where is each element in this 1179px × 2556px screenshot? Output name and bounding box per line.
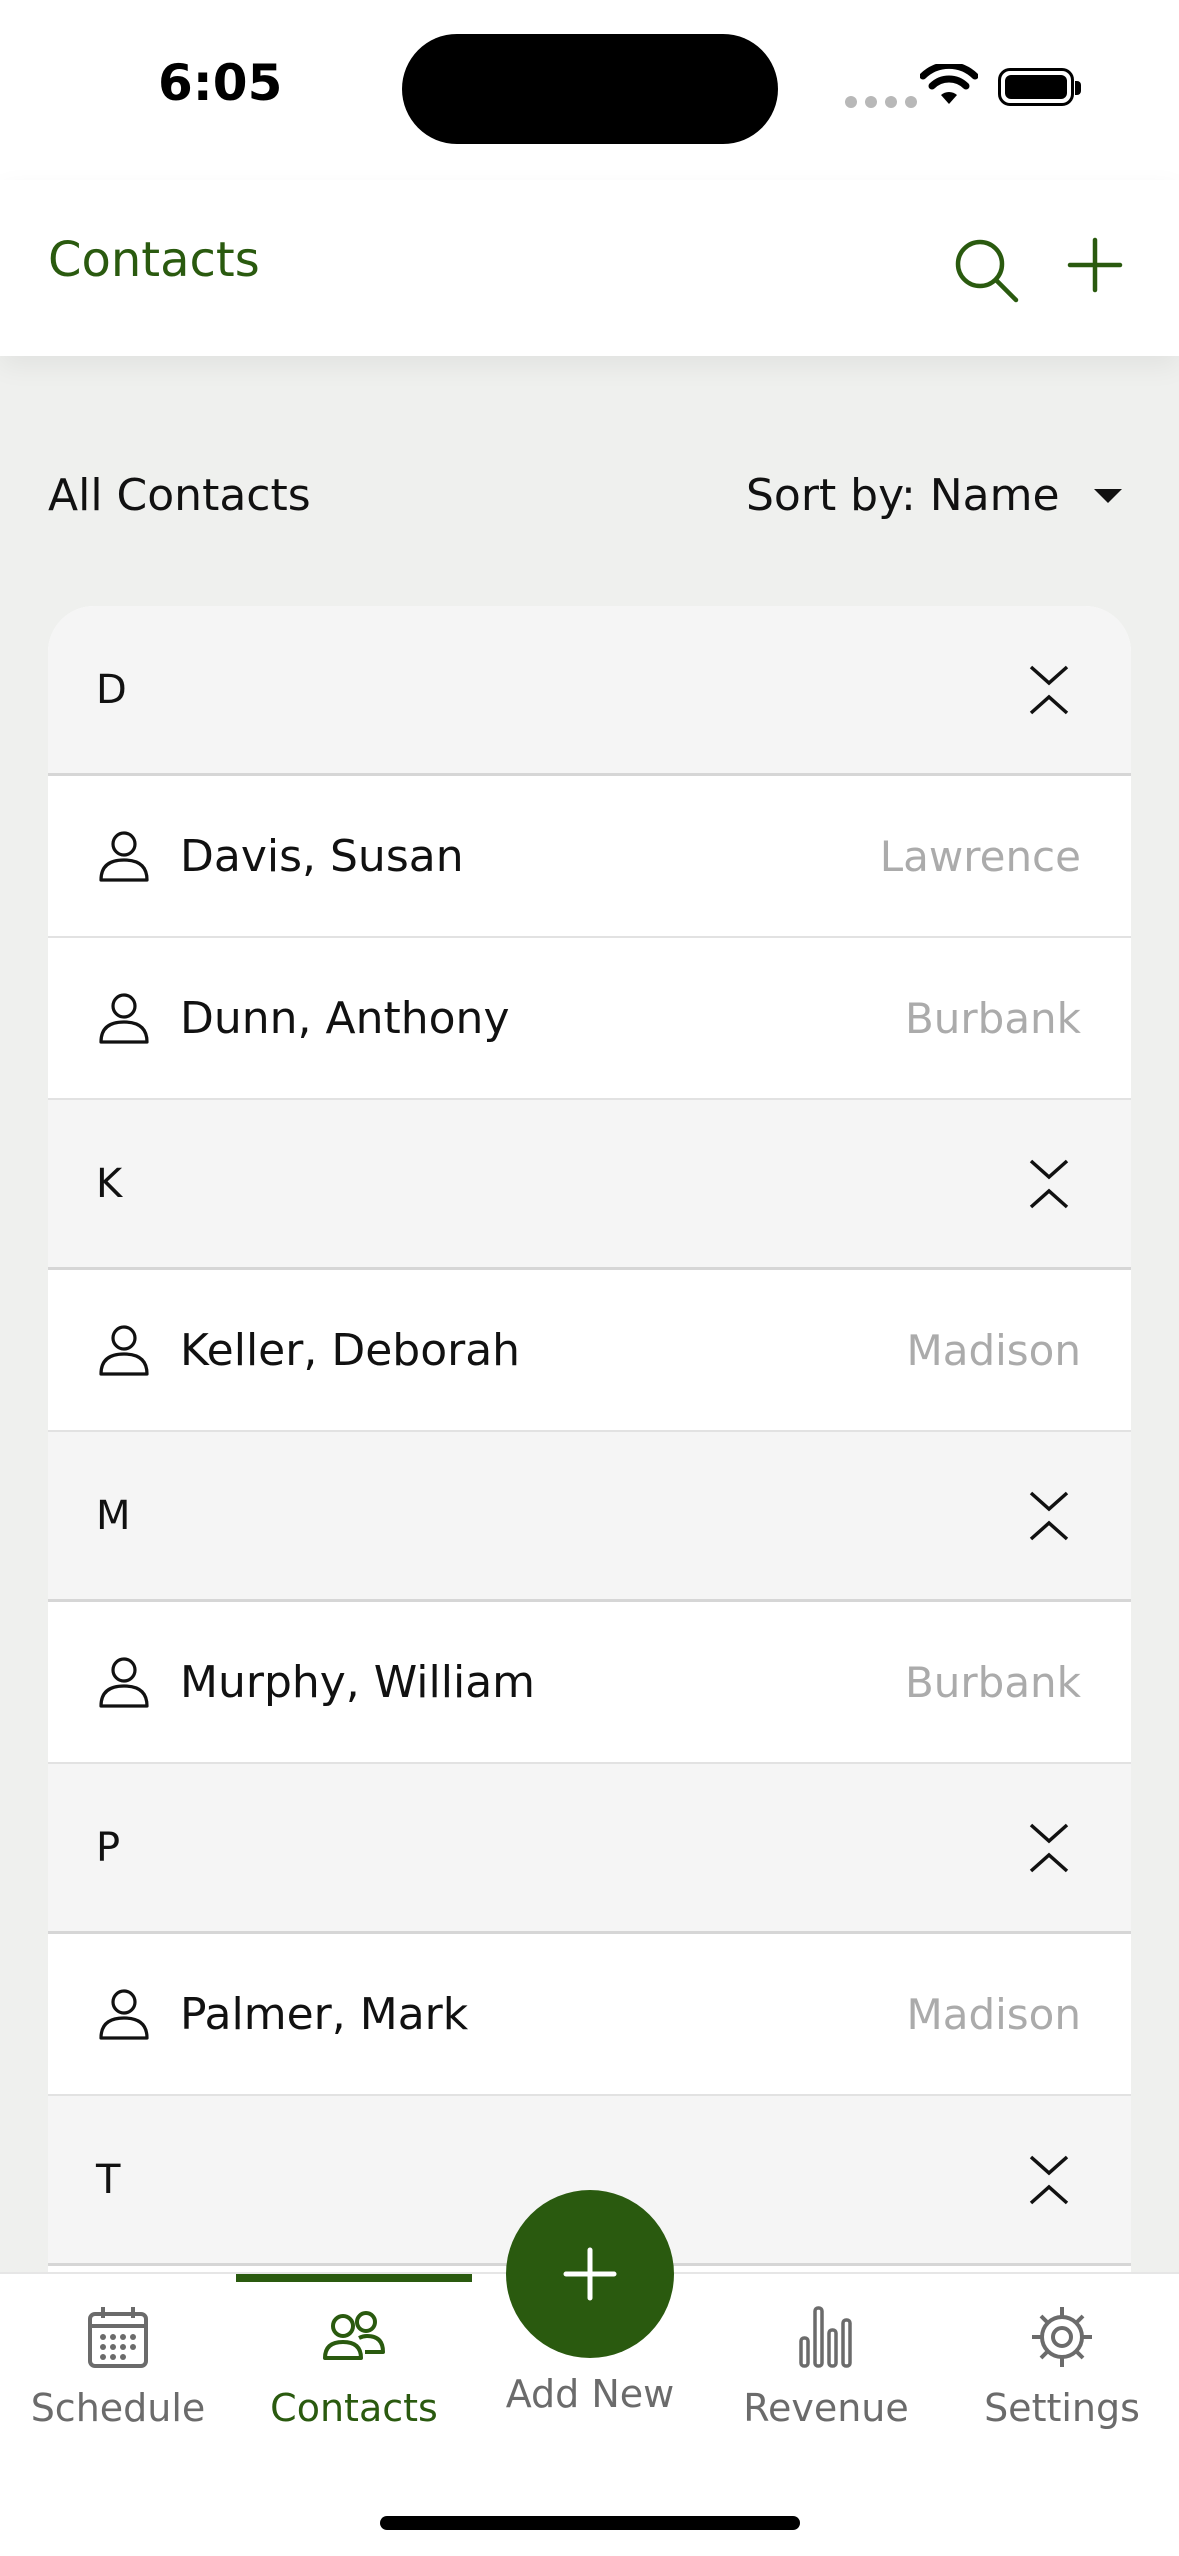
section-header[interactable]: D xyxy=(48,606,1131,776)
section-header[interactable]: M xyxy=(48,1432,1131,1602)
section-header[interactable]: P xyxy=(48,1764,1131,1934)
app-header: Contacts xyxy=(0,180,1179,356)
person-icon xyxy=(99,1325,149,1376)
cellular-signal-icon xyxy=(845,96,917,108)
status-bar: 6:05 xyxy=(0,0,1179,180)
collapse-icon[interactable] xyxy=(1027,2153,1071,2207)
tab-label-revenue: Revenue xyxy=(743,2386,909,2430)
contact-row[interactable]: Murphy, William Burbank xyxy=(48,1602,1131,1764)
calendar-icon xyxy=(88,2307,148,2368)
page-title: Contacts xyxy=(48,232,260,288)
tab-contacts[interactable]: Contacts xyxy=(236,2274,472,2474)
add-new-button[interactable] xyxy=(506,2190,674,2358)
person-icon xyxy=(99,993,149,1044)
contact-name: Dunn, Anthony xyxy=(180,992,510,1044)
contact-city: Burbank xyxy=(904,1657,1081,1707)
wifi-icon xyxy=(920,64,978,104)
contact-city: Lawrence xyxy=(879,831,1081,881)
list-title: All Contacts xyxy=(48,470,311,521)
section-letter: T xyxy=(96,2156,121,2203)
plus-icon xyxy=(563,2247,617,2301)
contact-row[interactable]: Keller, Deborah Madison xyxy=(48,1270,1131,1432)
contact-city: Burbank xyxy=(904,993,1081,1043)
contact-row[interactable]: Davis, Susan Lawrence xyxy=(48,776,1131,938)
dynamic-island xyxy=(402,34,778,144)
section-header[interactable]: K xyxy=(48,1100,1131,1270)
gear-icon xyxy=(1032,2307,1092,2367)
search-icon[interactable] xyxy=(952,236,1020,304)
person-icon xyxy=(99,1989,149,2040)
home-indicator xyxy=(380,2516,800,2530)
contact-name: Davis, Susan xyxy=(180,830,464,882)
section-letter: K xyxy=(96,1160,123,1207)
tab-label-schedule: Schedule xyxy=(30,2386,206,2430)
collapse-icon[interactable] xyxy=(1027,1157,1071,1211)
tab-settings[interactable]: Settings xyxy=(944,2274,1179,2474)
collapse-icon[interactable] xyxy=(1027,1489,1071,1543)
collapse-icon[interactable] xyxy=(1027,1821,1071,1875)
tab-label-settings: Settings xyxy=(984,2386,1140,2430)
section-letter: M xyxy=(96,1492,131,1539)
sort-dropdown[interactable]: Sort by: Name xyxy=(746,470,1122,521)
sort-label: Sort by: Name xyxy=(746,470,1060,521)
section-letter: D xyxy=(96,666,127,713)
tab-schedule[interactable]: Schedule xyxy=(0,2274,236,2474)
caret-down-icon xyxy=(1093,488,1122,503)
contact-city: Madison xyxy=(906,1989,1081,2039)
contacts-list: D Davis, Susan Lawrence Dunn, Anthony Burban… xyxy=(48,606,1131,2274)
contact-city: Madison xyxy=(906,1325,1081,1375)
collapse-icon[interactable] xyxy=(1027,663,1071,717)
contact-name: Murphy, William xyxy=(180,1656,536,1708)
tab-revenue[interactable]: Revenue xyxy=(708,2274,944,2474)
battery-icon xyxy=(998,68,1081,106)
tab-label-add-new: Add New xyxy=(505,2372,675,2416)
section-letter: P xyxy=(96,1824,121,1871)
status-time: 6:05 xyxy=(158,54,283,112)
add-contact-icon[interactable] xyxy=(1066,236,1124,294)
contact-row[interactable]: Palmer, Mark Madison xyxy=(48,1934,1131,2096)
contact-name: Palmer, Mark xyxy=(180,1988,469,2040)
person-icon xyxy=(99,1657,149,1708)
contact-row[interactable]: Dunn, Anthony Burbank xyxy=(48,938,1131,1100)
person-icon xyxy=(99,831,149,882)
people-icon xyxy=(323,2311,385,2360)
tab-label-contacts: Contacts xyxy=(270,2386,438,2430)
bar-chart-icon xyxy=(799,2306,852,2368)
contact-name: Keller, Deborah xyxy=(180,1324,521,1376)
